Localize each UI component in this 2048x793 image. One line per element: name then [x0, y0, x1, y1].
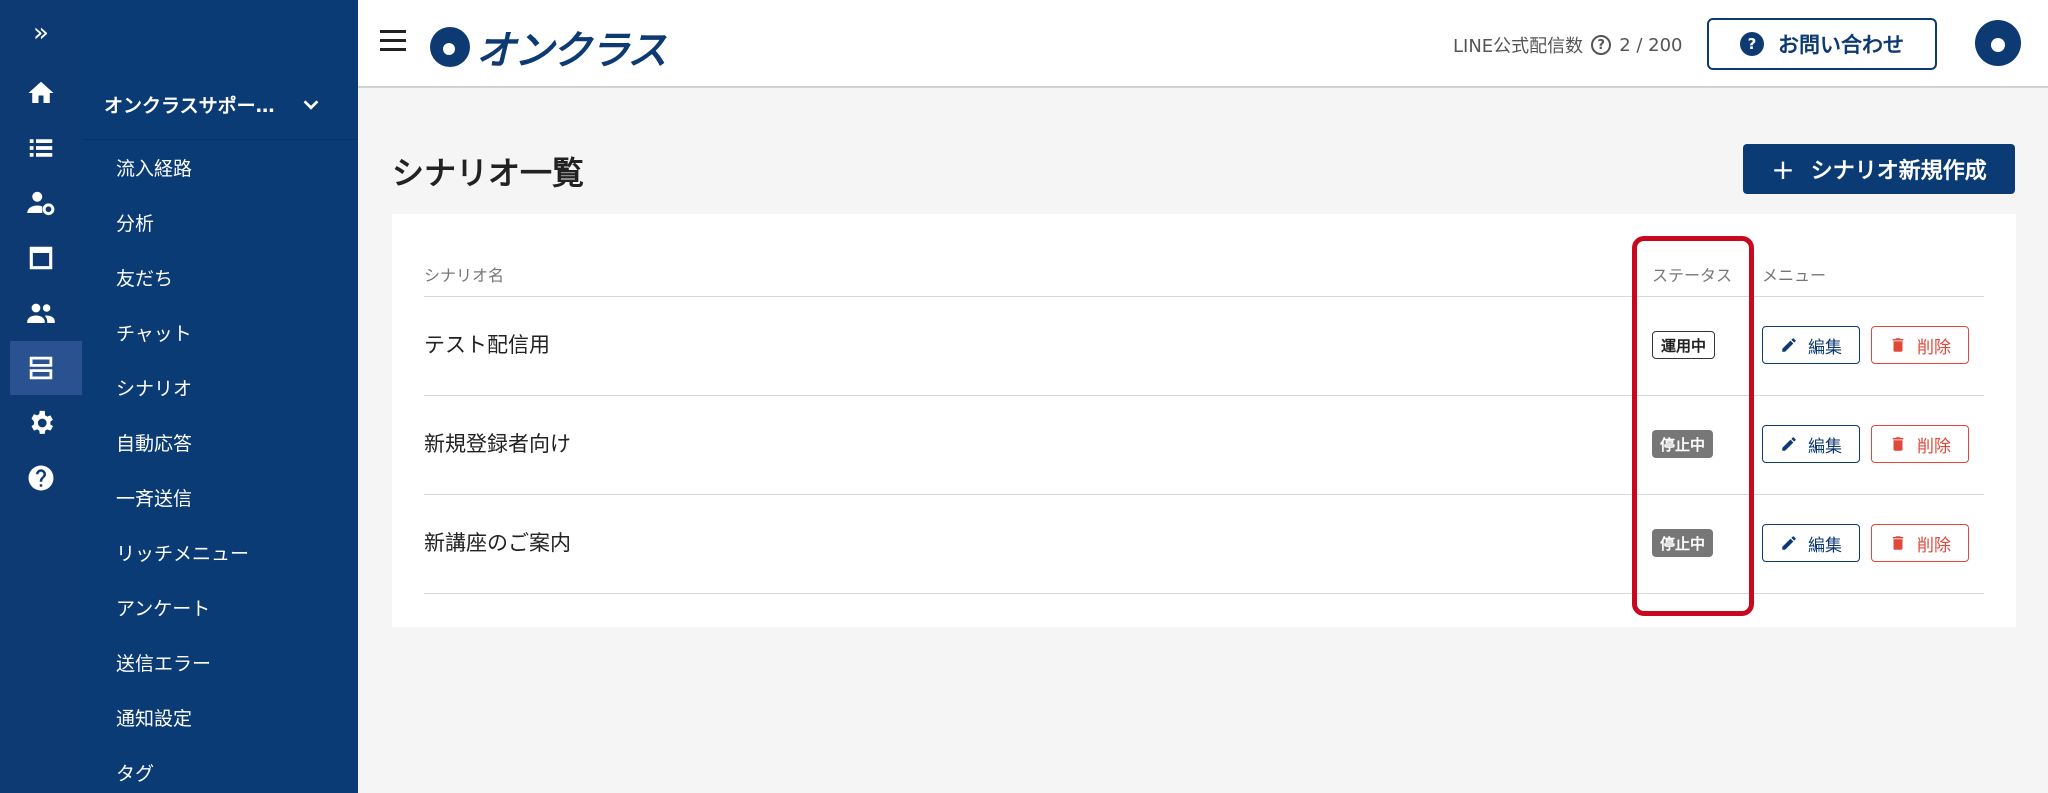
home-icon	[28, 81, 54, 103]
gear-icon	[31, 410, 53, 434]
account-selector[interactable]: オンクラスサポー…	[82, 70, 358, 140]
quota-value: 2 / 200	[1619, 34, 1683, 56]
sidebar-item-notifications[interactable]: 通知設定	[82, 690, 358, 745]
column-header-name: シナリオ名	[424, 266, 505, 285]
contact-button[interactable]: ? お問い合わせ	[1707, 18, 1937, 70]
icon-rail: »	[0, 0, 82, 793]
edit-button[interactable]: 編集	[1762, 425, 1860, 463]
people-icon	[27, 303, 55, 323]
pencil-icon	[1782, 437, 1796, 451]
sidebar-item-auto-reply[interactable]: 自動応答	[82, 415, 358, 470]
sidebar-item-inflow[interactable]: 流入経路	[82, 140, 358, 195]
avatar[interactable]	[1975, 20, 2021, 66]
delete-button[interactable]: 削除	[1871, 425, 1969, 463]
contact-label: お問い合わせ	[1778, 33, 1904, 57]
sidebar-item-friends[interactable]: 友だち	[82, 250, 358, 305]
double-chevron-right-icon: »	[33, 18, 49, 48]
create-scenario-button[interactable]: + シナリオ新規作成	[1743, 144, 2015, 194]
table-row: 新規登録者向け 停止中 編集 削除	[392, 396, 2016, 494]
question-icon: ?	[1740, 32, 1764, 56]
user-settings-icon	[27, 191, 55, 216]
table-row: 新講座のご案内 停止中 編集 削除	[392, 495, 2016, 593]
sidebar-item-broadcast[interactable]: 一斉送信	[82, 470, 358, 525]
help-icon	[28, 465, 54, 491]
delete-label: 削除	[1917, 436, 1951, 457]
top-bar: オンクラス LINE公式配信数 ? 2 / 200 ? お問い合わせ	[358, 0, 2048, 88]
edit-label: 編集	[1808, 337, 1842, 358]
expand-sidebar-button[interactable]: »	[0, 6, 82, 60]
list-icon	[29, 139, 53, 157]
rail-list-button[interactable]	[0, 121, 82, 175]
chevron-down-icon	[300, 94, 322, 116]
window-icon	[29, 246, 53, 270]
rail-user-settings-button[interactable]	[0, 176, 82, 230]
scenario-name[interactable]: 新講座のご案内	[424, 527, 571, 557]
rail-people-button[interactable]	[0, 286, 82, 340]
logo-text: オンクラス	[476, 28, 667, 74]
rail-home-button[interactable]	[0, 66, 82, 120]
rail-window-button[interactable]	[0, 231, 82, 285]
sub-sidebar: オンクラスサポー… 流入経路 分析 友だち チャット シナリオ 自動応答 一斉送…	[82, 0, 358, 793]
delete-button[interactable]: 削除	[1871, 326, 1969, 364]
trash-icon	[1892, 536, 1904, 550]
sidebar-item-survey[interactable]: アンケート	[82, 580, 358, 635]
question-circle-icon[interactable]: ?	[1591, 35, 1612, 55]
edit-label: 編集	[1808, 535, 1842, 556]
edit-button[interactable]: 編集	[1762, 326, 1860, 364]
scenario-name[interactable]: 新規登録者向け	[424, 428, 571, 458]
table-row: テスト配信用 運用中 編集 削除	[392, 297, 2016, 395]
pencil-icon	[1782, 338, 1796, 352]
page-title: シナリオ一覧	[392, 154, 585, 192]
sub-sidebar-list: 流入経路 分析 友だち チャット シナリオ 自動応答 一斉送信 リッチメニュー …	[82, 140, 358, 793]
line-quota: LINE公式配信数 ? 2 / 200	[1453, 32, 1683, 58]
app-logo[interactable]: オンクラス	[430, 18, 667, 76]
account-name: オンクラスサポー…	[104, 95, 275, 117]
quota-label: LINE公式配信数	[1453, 36, 1584, 57]
scenario-name[interactable]: テスト配信用	[424, 329, 550, 359]
pencil-icon	[1782, 536, 1796, 550]
edit-button[interactable]: 編集	[1762, 524, 1860, 562]
trash-icon	[1892, 437, 1904, 451]
sidebar-item-analytics[interactable]: 分析	[82, 195, 358, 250]
rail-scenario-button[interactable]	[0, 341, 82, 395]
rail-settings-button[interactable]	[0, 396, 82, 450]
edit-label: 編集	[1808, 436, 1842, 457]
create-scenario-label: シナリオ新規作成	[1810, 159, 1987, 184]
sidebar-item-rich-menu[interactable]: リッチメニュー	[82, 525, 358, 580]
sidebar-item-send-errors[interactable]: 送信エラー	[82, 635, 358, 690]
trash-icon	[1892, 338, 1904, 352]
scenario-icon	[29, 356, 53, 380]
menu-icon[interactable]	[380, 30, 408, 54]
rail-help-button[interactable]	[0, 451, 82, 505]
scenario-table: シナリオ名 ステータス メニュー テスト配信用 運用中 編集 削除 新規登録者向…	[392, 214, 2016, 627]
sidebar-item-scenario[interactable]: シナリオ	[82, 360, 358, 415]
delete-label: 削除	[1917, 337, 1951, 358]
delete-label: 削除	[1917, 535, 1951, 556]
delete-button[interactable]: 削除	[1871, 524, 1969, 562]
status-column-highlight	[1632, 236, 1754, 616]
sidebar-item-tags[interactable]: タグ	[82, 745, 358, 793]
sidebar-item-chat[interactable]: チャット	[82, 305, 358, 360]
column-header-menu: メニュー	[1762, 266, 1827, 285]
plus-icon: +	[1771, 152, 1795, 186]
logo-mark-icon	[430, 27, 470, 67]
